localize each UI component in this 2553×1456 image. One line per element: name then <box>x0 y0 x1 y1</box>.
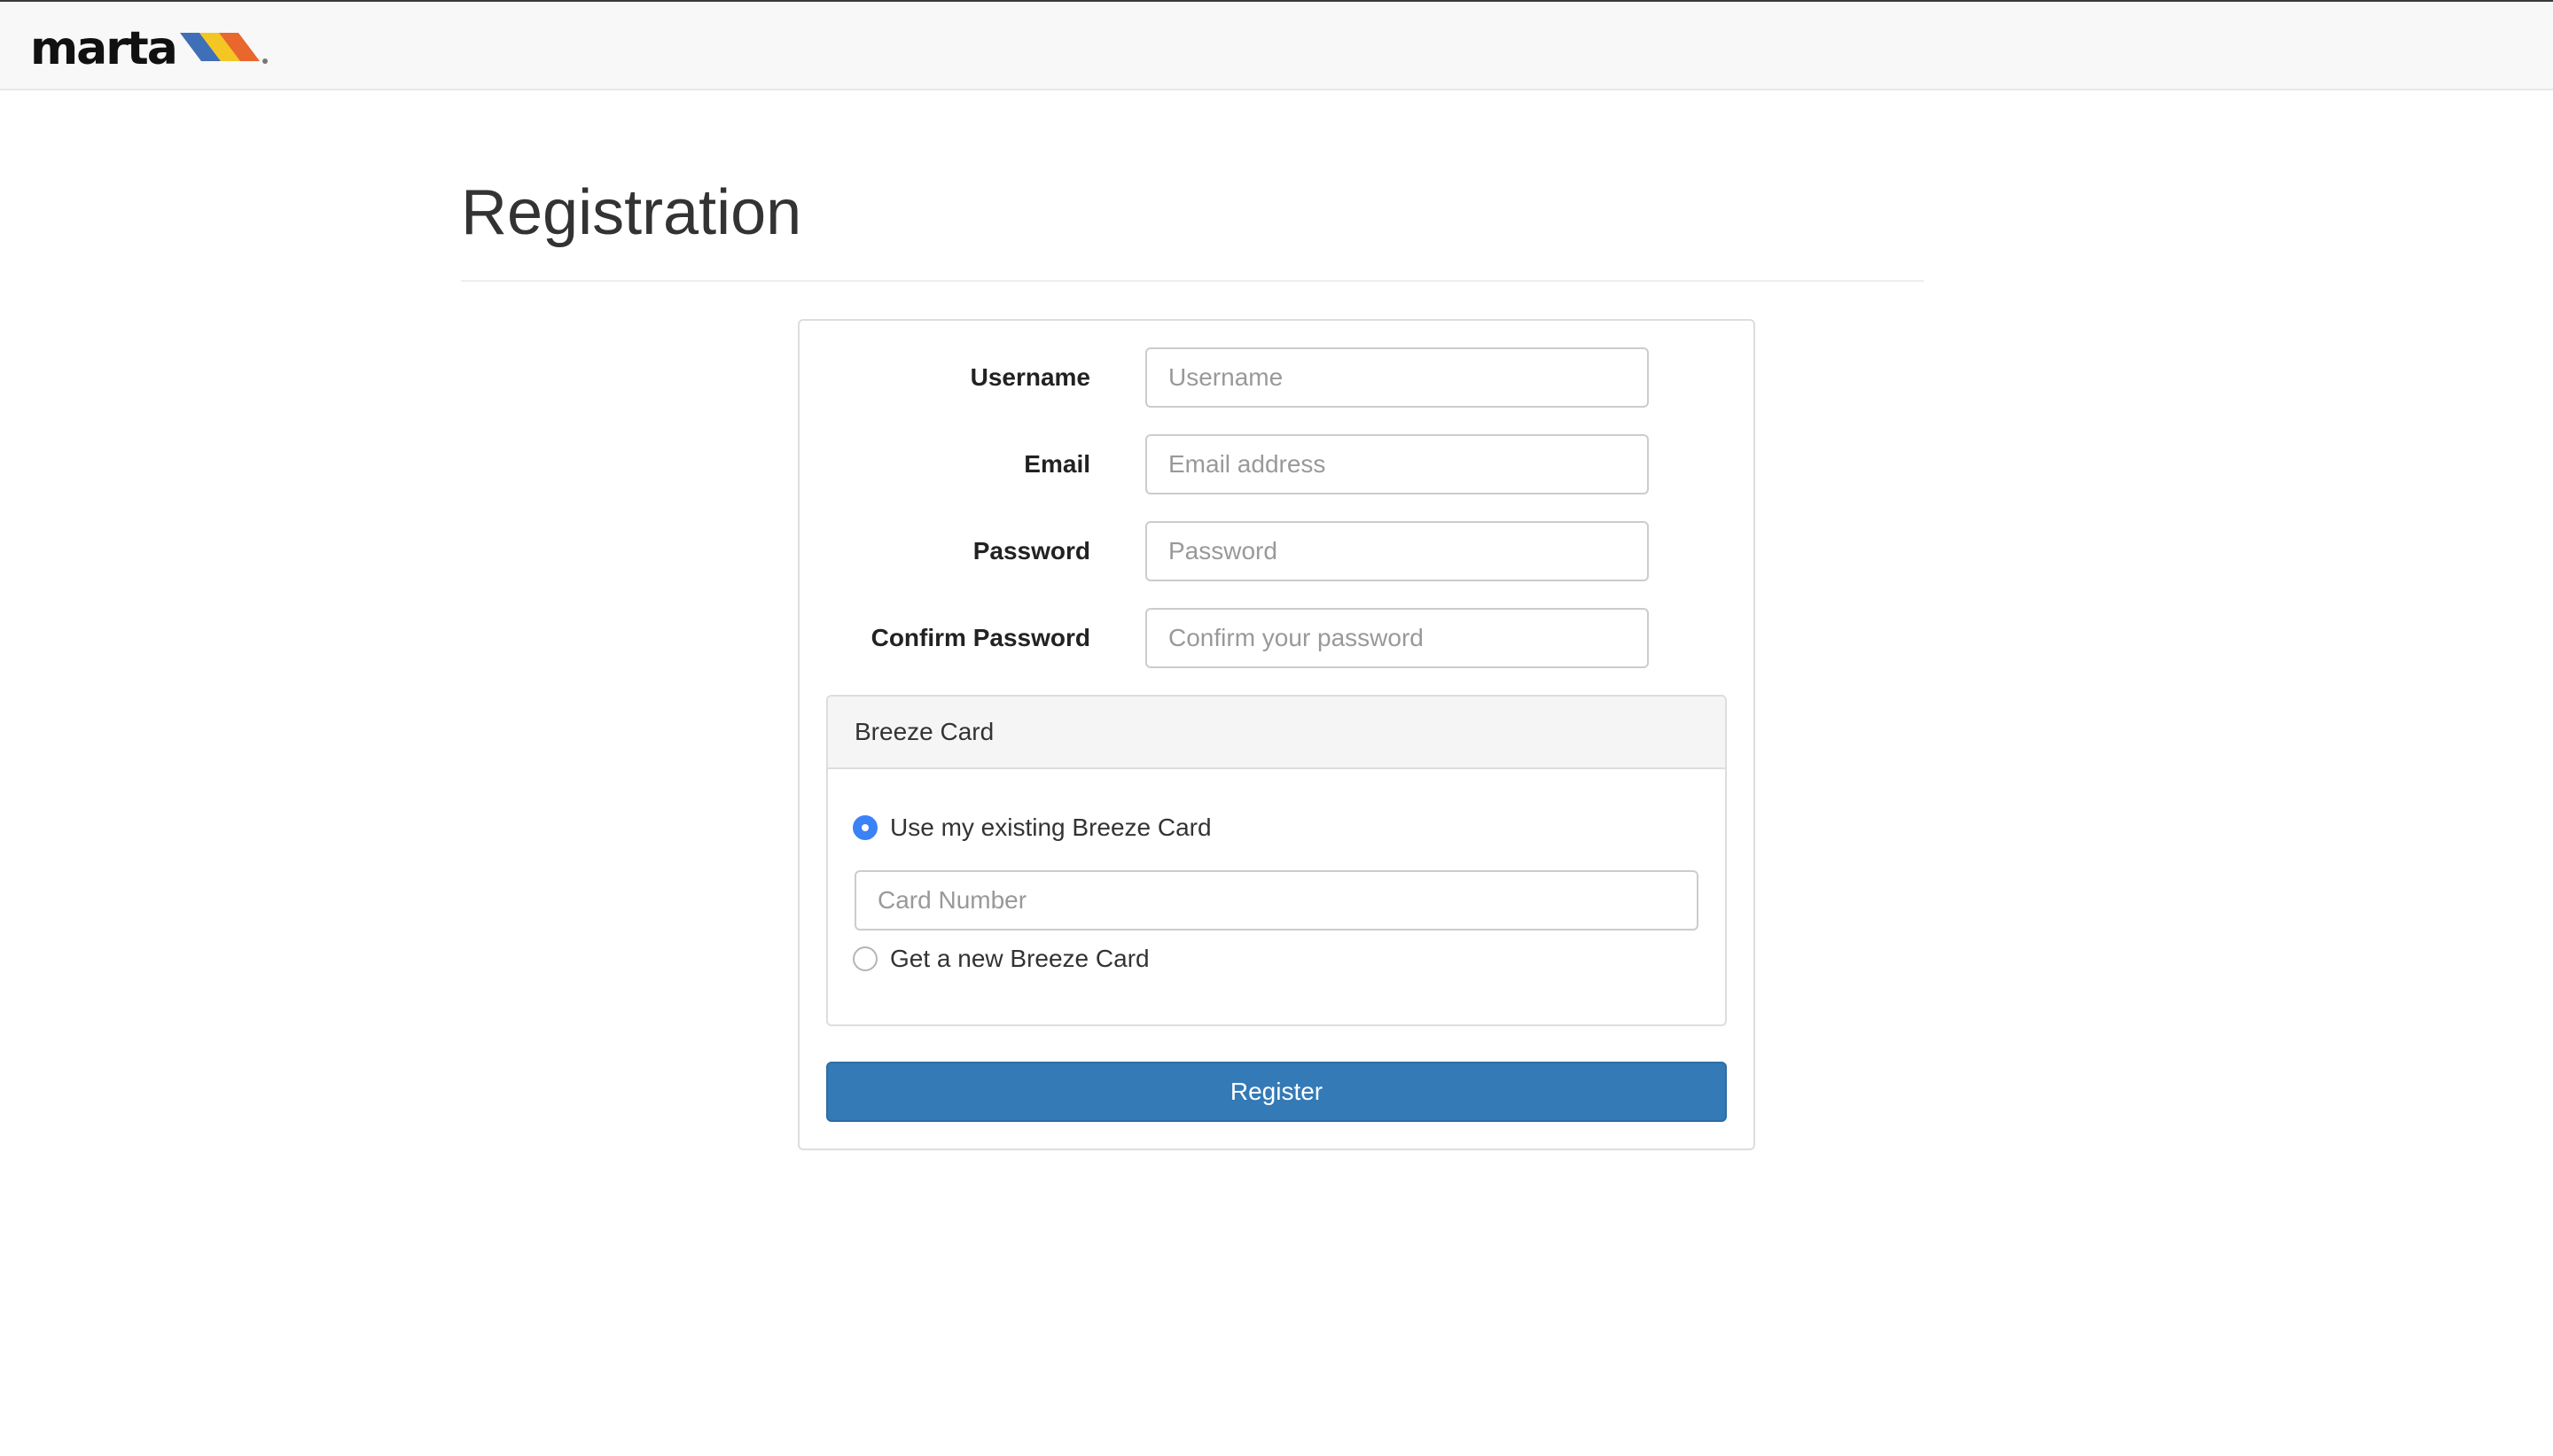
email-row: Email <box>800 434 1753 494</box>
breeze-card-heading: Breeze Card <box>828 697 1725 769</box>
existing-card-option[interactable]: Use my existing Breeze Card <box>853 810 1212 845</box>
confirm-password-input[interactable] <box>1145 608 1649 668</box>
password-input[interactable] <box>1145 521 1649 581</box>
password-label: Password <box>972 537 1090 564</box>
breeze-card-panel: Breeze Card Use my existing Breeze Card … <box>826 695 1727 1026</box>
username-row: Username <box>800 347 1753 408</box>
new-card-radio[interactable] <box>853 946 878 971</box>
brand-wordmark: marta <box>30 22 178 75</box>
navbar: marta <box>0 0 2553 90</box>
existing-card-label: Use my existing Breeze Card <box>890 814 1212 841</box>
username-input[interactable] <box>1145 347 1649 408</box>
username-label: Username <box>970 363 1090 391</box>
page-title: Registration <box>461 177 802 248</box>
main-container: Registration <box>461 90 1924 282</box>
registration-form: Username Email Password Confirm Password… <box>798 319 1755 1150</box>
existing-card-radio[interactable] <box>853 815 878 840</box>
page-header: Registration <box>461 175 1924 282</box>
marta-logo[interactable]: marta <box>30 25 272 73</box>
password-row: Password <box>800 521 1753 581</box>
new-card-label: Get a new Breeze Card <box>890 945 1150 972</box>
email-input[interactable] <box>1145 434 1649 494</box>
new-card-option[interactable]: Get a new Breeze Card <box>853 941 1150 977</box>
register-button[interactable]: Register <box>826 1062 1727 1122</box>
card-number-input[interactable] <box>855 870 1698 930</box>
marta-stripes-icon <box>179 33 268 64</box>
email-label: Email <box>1024 450 1090 478</box>
confirm-password-row: Confirm Password <box>800 608 1753 668</box>
confirm-password-label: Confirm Password <box>871 624 1090 651</box>
